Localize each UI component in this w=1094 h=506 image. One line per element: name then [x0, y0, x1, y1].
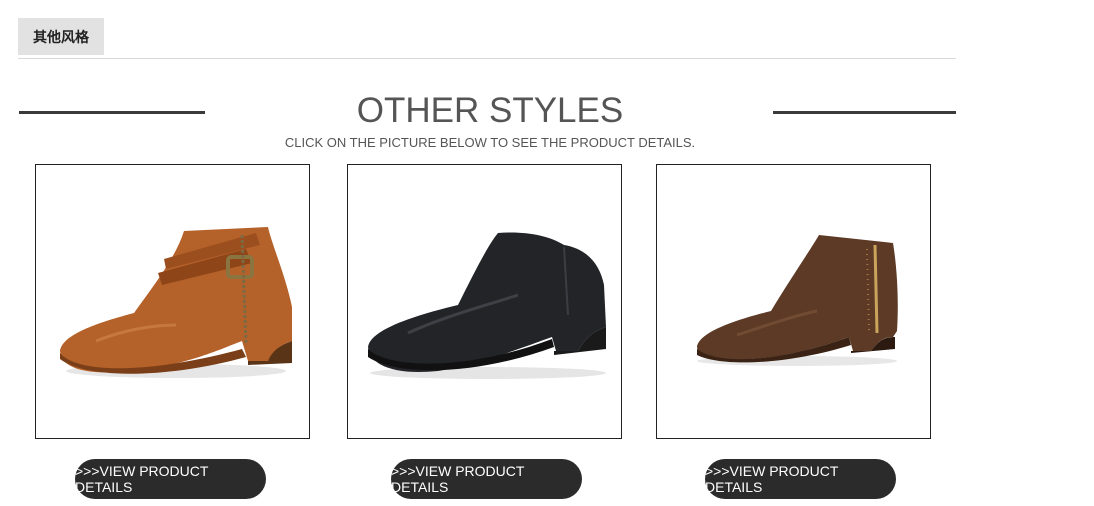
cognac-buckle-boot-image	[60, 227, 292, 378]
heading-rule-left	[19, 111, 205, 114]
heading-rule-right	[773, 111, 956, 114]
product-image-1[interactable]	[35, 164, 310, 439]
view-details-button-1[interactable]: >>>VIEW PRODUCT DETAILS	[75, 459, 266, 499]
black-ankle-boot-image	[368, 232, 606, 379]
tab-bar: 其他风格	[18, 18, 956, 59]
tab-other-styles[interactable]: 其他风格	[18, 18, 104, 55]
section-subtitle: CLICK ON THE PICTURE BELOW TO SEE THE PR…	[284, 135, 696, 150]
product-image-3[interactable]	[656, 164, 931, 439]
product-image-2[interactable]	[347, 164, 622, 439]
brown-zip-boot-image	[697, 235, 898, 366]
view-details-button-2[interactable]: >>>VIEW PRODUCT DETAILS	[391, 459, 582, 499]
section-title: OTHER STYLES	[356, 91, 624, 130]
view-details-button-3[interactable]: >>>VIEW PRODUCT DETAILS	[705, 459, 896, 499]
